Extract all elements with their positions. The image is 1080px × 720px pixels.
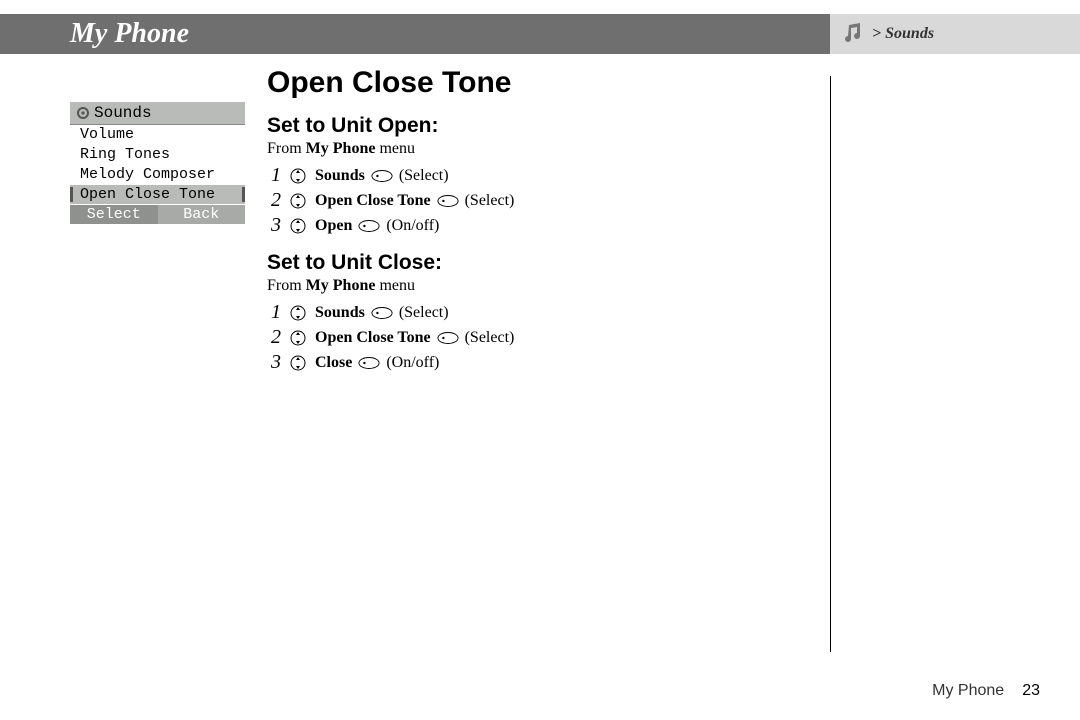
page-number: 23: [1022, 682, 1040, 700]
header-bar: My Phone > Sounds: [0, 14, 1080, 54]
screenshot-title-bar: Sounds: [70, 102, 245, 125]
vertical-divider: [830, 76, 831, 652]
step-row: 2 Open Close Tone (Select): [267, 189, 787, 212]
phone-screenshot: Sounds Volume Ring Tones Melody Composer…: [70, 102, 245, 376]
step-row: 1 Sounds (Select): [267, 301, 787, 324]
step-action: (Select): [465, 329, 515, 347]
step-number: 1: [267, 301, 281, 324]
from-line: From My Phone menu: [267, 277, 787, 295]
list-item-selected: Open Close Tone: [70, 185, 245, 205]
footer-section: My Phone: [932, 682, 1004, 700]
step-action: (Select): [399, 167, 449, 185]
navigate-icon: [287, 167, 309, 185]
list-item: Volume: [70, 125, 245, 145]
step-number: 3: [267, 351, 281, 374]
select-key-icon: [358, 217, 380, 235]
screenshot-softkeys: Select Back: [70, 205, 245, 224]
navigate-icon: [287, 192, 309, 210]
navigate-icon: [287, 217, 309, 235]
step-label: Open Close Tone: [315, 192, 431, 210]
select-key-icon: [358, 354, 380, 372]
step-row: 1 Sounds (Select): [267, 164, 787, 187]
step-action: (Select): [465, 192, 515, 210]
softkey-right: Back: [158, 205, 246, 224]
step-action: (On/off): [386, 217, 439, 235]
step-label: Close: [315, 354, 352, 372]
page-chapter-title: My Phone: [0, 14, 830, 54]
step-number: 1: [267, 164, 281, 187]
page-title: Open Close Tone: [267, 66, 787, 100]
breadcrumb: > Sounds: [830, 14, 1080, 54]
gear-icon: [76, 106, 90, 120]
step-number: 3: [267, 214, 281, 237]
steps-list: 1 Sounds (Select) 2 Open Close Tone (Sel…: [267, 301, 787, 374]
step-action: (Select): [399, 304, 449, 322]
step-row: 3 Open (On/off): [267, 214, 787, 237]
select-key-icon: [371, 304, 393, 322]
step-label: Sounds: [315, 304, 365, 322]
list-item: Ring Tones: [70, 145, 245, 165]
step-label: Open Close Tone: [315, 329, 431, 347]
instructions-column: Open Close Tone Set to Unit Open: From M…: [267, 66, 787, 376]
step-number: 2: [267, 326, 281, 349]
select-key-icon: [371, 167, 393, 185]
select-key-icon: [437, 192, 459, 210]
screenshot-menu-list: Volume Ring Tones Melody Composer Open C…: [70, 125, 245, 205]
navigate-icon: [287, 304, 309, 322]
list-item: Melody Composer: [70, 165, 245, 185]
steps-list: 1 Sounds (Select) 2 Open Close Tone (Sel…: [267, 164, 787, 237]
softkey-left: Select: [70, 205, 158, 224]
screenshot-title: Sounds: [94, 104, 152, 122]
section-heading: Set to Unit Open:: [267, 114, 787, 138]
footer: My Phone 23: [932, 682, 1040, 700]
section-heading: Set to Unit Close:: [267, 251, 787, 275]
step-number: 2: [267, 189, 281, 212]
step-row: 3 Close (On/off): [267, 351, 787, 374]
music-note-icon: [840, 21, 866, 47]
from-line: From My Phone menu: [267, 140, 787, 158]
step-label: Sounds: [315, 167, 365, 185]
navigate-icon: [287, 329, 309, 347]
breadcrumb-text: > Sounds: [872, 25, 934, 43]
step-row: 2 Open Close Tone (Select): [267, 326, 787, 349]
select-key-icon: [437, 329, 459, 347]
step-action: (On/off): [386, 354, 439, 372]
navigate-icon: [287, 354, 309, 372]
step-label: Open: [315, 217, 352, 235]
